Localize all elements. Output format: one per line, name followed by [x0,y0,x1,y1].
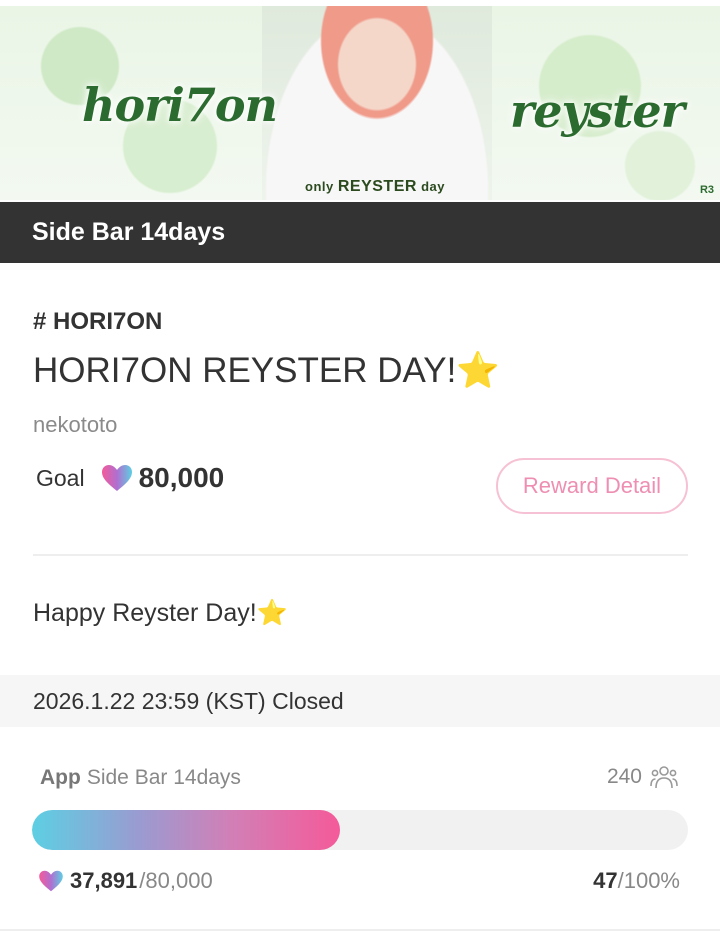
goal-label: Goal [36,464,85,491]
reward-detail-button[interactable]: Reward Detail [496,458,688,514]
page-header: Side Bar 14days [0,202,720,263]
banner-caption-reyster: REYSTER [337,178,417,195]
event-title-text: HORI7ON REYSTER DAY! [33,351,457,390]
progress-current: 37,891 [70,868,138,893]
star-icon: ⭐ [256,599,288,627]
divider [33,554,688,556]
closed-status-text: 2026.1.22 23:59 (KST) Closed [33,687,344,714]
banner-mark: R3 [699,184,714,196]
progress-percent-value: 47 [593,868,618,893]
progress-amount: 37,891/80,000 [38,868,213,894]
banner-left-text: hori7on [82,78,278,132]
page-title: Side Bar 14days [32,218,226,246]
banner-photo [262,6,492,200]
goal-value: 80,000 [138,462,225,493]
star-icon: ⭐ [456,351,500,390]
banner-caption-only: only [305,179,334,194]
goal-row: Goal 80,000 [36,462,224,494]
event-author[interactable]: nekototo [33,412,117,438]
people-icon [650,766,678,789]
event-message-text: Happy Reyster Day! [33,599,257,627]
event-message: Happy Reyster Day!⭐ [33,599,288,628]
progress-bar [32,810,688,850]
progress-percent: 47/100% [593,868,680,894]
progress-fill [32,810,341,850]
heart-gradient-icon [39,870,63,892]
app-label: App [40,766,81,789]
event-tag[interactable]: # HORI7ON [33,308,162,336]
event-title: HORI7ON REYSTER DAY!⭐ [33,350,500,391]
banner-image: hori7on reyster only REYSTER day R3 [0,0,720,200]
closed-status-bar: 2026.1.22 23:59 (KST) Closed [0,675,720,727]
progress-total: /80,000 [139,868,213,893]
progress-percent-total: /100% [617,868,680,893]
item-label: Side Bar 14days [86,766,241,789]
banner-caption-day: day [421,179,445,194]
app-item-label: App Side Bar 14days [40,766,241,790]
heart-gradient-icon [101,465,132,491]
participant-count-value: 240 [606,765,642,788]
participant-count[interactable]: 240 [607,764,678,790]
banner-caption: only REYSTER day [305,178,445,196]
banner-right-text: reyster [510,84,685,138]
